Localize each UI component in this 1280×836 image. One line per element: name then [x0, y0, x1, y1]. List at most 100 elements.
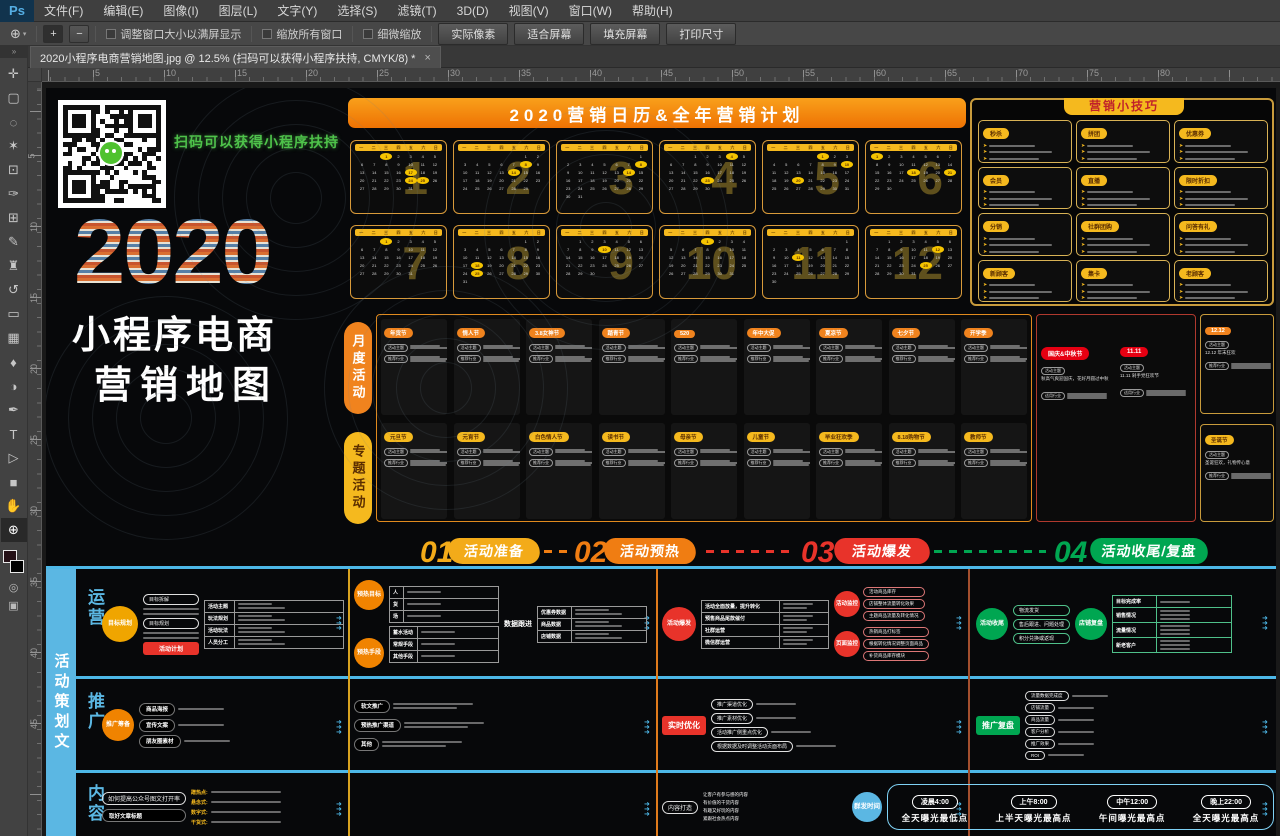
- menu-item[interactable]: 帮助(H): [622, 0, 683, 22]
- crop-tool[interactable]: ⊡: [1, 158, 27, 182]
- activity-card: 520活动主题推荐行业: [671, 319, 737, 415]
- brush-tool[interactable]: ✎: [1, 230, 27, 254]
- path-select-tool[interactable]: ▷: [1, 446, 27, 470]
- eyedropper-tool[interactable]: ✑: [1, 182, 27, 206]
- tip-label: 拼团: [1081, 128, 1107, 139]
- option-checkbox[interactable]: 细微缩放: [359, 26, 425, 42]
- option-button[interactable]: 填充屏幕: [590, 23, 660, 45]
- move-tool[interactable]: ✛: [1, 62, 27, 86]
- tip-label: 老顾客: [1179, 268, 1211, 279]
- zoom-tool-icon[interactable]: ⊕▾: [6, 26, 30, 42]
- menu-item[interactable]: 图层(L): [209, 0, 268, 22]
- activity-title: 教师节: [964, 432, 993, 442]
- zoom-in-button[interactable]: +: [43, 25, 63, 43]
- tip-label: 分销: [983, 221, 1009, 232]
- featured-title: 国庆&中秋节: [1041, 347, 1089, 360]
- menu-item[interactable]: 文字(Y): [267, 0, 327, 22]
- menu-item[interactable]: 窗口(W): [559, 0, 622, 22]
- tip-label: 秒杀: [983, 128, 1009, 139]
- menu-item[interactable]: 滤镜(T): [387, 0, 446, 22]
- qr-code: [58, 100, 166, 208]
- flow-node: 活动监控: [834, 591, 860, 617]
- activity-title: 儿童节: [747, 432, 776, 442]
- tip-card: 会员➤➤➤➤: [978, 167, 1072, 210]
- flow-node: 目标规划: [102, 606, 138, 642]
- history-brush-tool[interactable]: ↺: [1, 278, 27, 302]
- activity-card: 毕业狂欢季活动主题推荐行业: [816, 423, 882, 519]
- zoom-out-button[interactable]: −: [69, 25, 89, 43]
- featured-festivals-box: 国庆&中秋节活动主题秋高气爽迎国庆，花好月圆过中秋适用行业11.11活动主题11…: [1036, 314, 1196, 522]
- tip-label: 限时折扣: [1179, 175, 1217, 186]
- tool-options-bar: ⊕▾ +−调整窗口大小以满屏显示缩放所有窗口细微缩放实际像素适合屏幕填充屏幕打印尺…: [0, 22, 1280, 46]
- flow-node: 活动收尾: [976, 608, 1008, 640]
- month-card: 一二三四五六日512345678910111213141516171819202…: [762, 140, 859, 214]
- tips-title: 营销小技巧: [1064, 98, 1184, 115]
- activity-title: 8.18购物节: [892, 432, 931, 442]
- activity-title: 520: [674, 330, 695, 338]
- activity-title: 母亲节: [674, 432, 703, 442]
- menu-item[interactable]: 选择(S): [327, 0, 387, 22]
- activity-card: 七夕节活动主题推荐行业: [889, 319, 955, 415]
- tip-label: 问答有礼: [1179, 221, 1217, 232]
- menu-item[interactable]: 文件(F): [34, 0, 93, 22]
- option-button[interactable]: 打印尺寸: [666, 23, 736, 45]
- activity-card: 读书节活动主题推荐行业: [599, 423, 665, 519]
- document-tab[interactable]: 2020小程序电商营销地图.jpg @ 12.5% (扫码可以获得小程序扶持, …: [30, 46, 441, 68]
- blur-tool[interactable]: ♦: [1, 350, 27, 374]
- option-checkbox[interactable]: 调整窗口大小以满屏显示: [102, 26, 245, 42]
- zoom-tool[interactable]: ⊕: [1, 518, 27, 542]
- clone-stamp-tool[interactable]: ♜: [1, 254, 27, 278]
- color-swatches[interactable]: [1, 548, 27, 578]
- menu-bar: Ps 文件(F)编辑(E)图像(I)图层(L)文字(Y)选择(S)滤镜(T)3D…: [0, 0, 1280, 22]
- tip-label: 社群团购: [1081, 221, 1119, 232]
- activity-card: 12.12活动主题12.12 年末狂欢推荐行业: [1200, 314, 1274, 414]
- activity-card: 8.18购物节活动主题推荐行业: [889, 423, 955, 519]
- toolbar-grip[interactable]: »: [0, 46, 28, 58]
- activity-title: 夏凉节: [819, 328, 848, 338]
- eraser-tool[interactable]: ▭: [1, 302, 27, 326]
- option-button[interactable]: 实际像素: [438, 23, 508, 45]
- screen-mode-button[interactable]: ▣: [1, 596, 27, 614]
- phase-label: 活动爆发: [833, 538, 932, 564]
- flow-node: 页面监控: [834, 631, 860, 657]
- month-card: 一二三四五六日612345678910111213141516171819202…: [865, 140, 962, 214]
- magic-wand-tool[interactable]: ✶: [1, 134, 27, 158]
- horizontal-ruler: 5101520253035404550556065707580: [28, 68, 1280, 82]
- month-card: 一二三四五六日111234567891011121314151617181920…: [762, 225, 859, 299]
- dodge-tool[interactable]: ◑: [1, 374, 27, 398]
- flow-node: 活动爆发: [662, 607, 696, 641]
- gradient-tool[interactable]: ▦: [1, 326, 27, 350]
- tip-card: 优惠券➤➤➤➤: [1174, 120, 1268, 163]
- activity-card: 开学季活动主题推荐行业: [961, 319, 1027, 415]
- menu-item[interactable]: 图像(I): [153, 0, 208, 22]
- document-canvas[interactable]: 扫码可以获得小程序扶持 2020 小程序电商 营销地图 2020营销日历&全年营…: [42, 82, 1280, 836]
- phase-number: 03: [801, 536, 834, 570]
- tip-card: 分销➤➤➤: [978, 213, 1072, 256]
- lasso-tool[interactable]: ◌: [1, 110, 27, 134]
- hand-tool[interactable]: ✋: [1, 494, 27, 518]
- flow-node: 店铺复盘: [1075, 608, 1107, 640]
- shape-tool[interactable]: ■: [1, 470, 27, 494]
- tab-close-icon[interactable]: ×: [424, 52, 430, 64]
- tip-card: 拼团➤➤➤: [1076, 120, 1170, 163]
- phase-label: 活动收尾/复盘: [1089, 538, 1210, 564]
- vertical-ruler: 51015202530354045: [28, 82, 42, 836]
- activity-card: 母亲节活动主题推荐行业: [671, 423, 737, 519]
- option-button[interactable]: 适合屏幕: [514, 23, 584, 45]
- tools-panel: ✛▢◌✶⊡✑⊞✎♜↺▭▦♦◑✒T▷■✋⊕ ◎▣: [0, 58, 28, 836]
- activity-title: 读书节: [602, 432, 631, 442]
- activity-card: 儿童节活动主题推荐行业: [744, 423, 810, 519]
- option-checkbox[interactable]: 缩放所有窗口: [258, 26, 346, 42]
- healing-brush-tool[interactable]: ⊞: [1, 206, 27, 230]
- menu-item[interactable]: 3D(D): [447, 0, 499, 22]
- flow-node: 预热目标: [354, 580, 384, 610]
- activity-title: 毕业狂欢季: [819, 432, 859, 442]
- menu-item[interactable]: 编辑(E): [93, 0, 153, 22]
- quick-mask-button[interactable]: ◎: [1, 578, 27, 596]
- tip-card: 社群团购➤➤➤: [1076, 213, 1170, 256]
- menu-item[interactable]: 视图(V): [499, 0, 559, 22]
- flow-node: 推广筹备: [102, 709, 134, 741]
- type-tool[interactable]: T: [1, 422, 27, 446]
- marquee-tool[interactable]: ▢: [1, 86, 27, 110]
- pen-tool[interactable]: ✒: [1, 398, 27, 422]
